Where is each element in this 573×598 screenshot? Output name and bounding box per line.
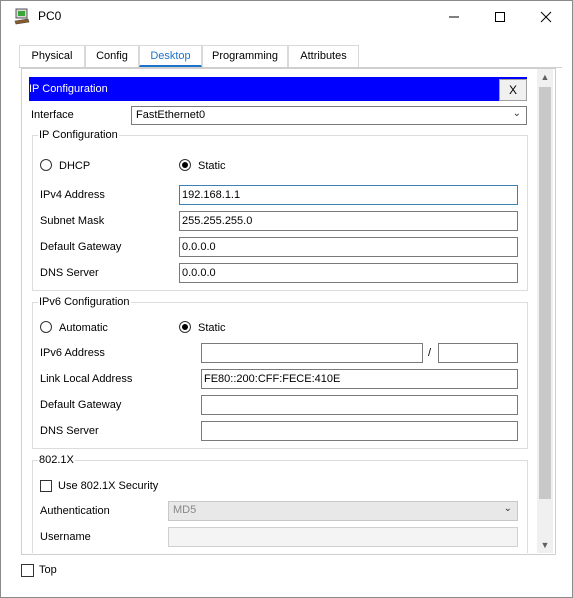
ipv6-static-radio[interactable] [179, 321, 191, 333]
pc0-window: PC0 Physical Config Desktop Programming … [0, 0, 573, 598]
ip-configuration-header: IP Configuration X [29, 77, 527, 101]
title-bar: PC0 [1, 1, 572, 32]
scroll-down-icon[interactable]: ▼ [537, 537, 553, 553]
subnet-mask-field[interactable]: 255.255.255.0 [179, 211, 518, 231]
chevron-down-icon: ⌄ [512, 108, 521, 119]
close-button[interactable] [523, 1, 569, 32]
ipv6-dns-label: DNS Server [40, 425, 99, 437]
subnet-mask-label: Subnet Mask [40, 215, 105, 227]
scroll-thumb[interactable] [539, 87, 551, 499]
dot1x-group-title: 802.1X [38, 454, 75, 466]
default-gateway-field[interactable]: 0.0.0.0 [179, 237, 518, 257]
ipv6-gateway-label: Default Gateway [40, 399, 122, 411]
pc-app-icon [14, 8, 30, 25]
username-field[interactable] [168, 527, 518, 547]
interface-label: Interface [31, 109, 74, 121]
dhcp-radio[interactable] [40, 159, 52, 171]
close-icon [540, 11, 552, 22]
scroll-up-icon[interactable]: ▲ [537, 69, 553, 85]
tab-programming[interactable]: Programming [202, 45, 288, 67]
ipv6-address-field[interactable] [201, 343, 423, 363]
use-8021x-checkbox[interactable] [40, 480, 52, 492]
top-checkbox[interactable] [21, 564, 34, 577]
ipv6-prefix-field[interactable] [438, 343, 518, 363]
chevron-down-icon: ⌄ [503, 503, 512, 514]
static-label: Static [198, 160, 226, 172]
prefix-slash: / [428, 347, 432, 359]
interface-value: FastEthernet0 [136, 109, 206, 121]
dns-server-label: DNS Server [40, 267, 99, 279]
ipv6-address-label: IPv6 Address [40, 347, 105, 359]
use-8021x-label: Use 802.1X Security [58, 480, 159, 492]
vertical-scrollbar[interactable]: ▲ ▼ [537, 69, 553, 553]
ipv4-address-field[interactable]: 192.168.1.1 [179, 185, 518, 205]
maximize-icon [495, 11, 505, 22]
interface-select[interactable]: FastEthernet0 ⌄ [131, 106, 527, 125]
ipv6-gateway-field[interactable] [201, 395, 518, 415]
top-label: Top [39, 564, 57, 576]
ipv6-dns-field[interactable] [201, 421, 518, 441]
authentication-label: Authentication [40, 505, 110, 517]
tab-attributes[interactable]: Attributes [288, 45, 359, 67]
tab-desktop[interactable]: Desktop [139, 45, 202, 67]
authentication-select[interactable]: MD5 ⌄ [168, 501, 518, 521]
ipv6-automatic-label: Automatic [59, 322, 108, 334]
maximize-button[interactable] [477, 1, 523, 32]
minimize-button[interactable] [431, 1, 477, 32]
ipv6-automatic-radio[interactable] [40, 321, 52, 333]
window-title: PC0 [38, 9, 62, 23]
tab-config[interactable]: Config [85, 45, 139, 67]
ipv4-address-label: IPv4 Address [40, 189, 105, 201]
username-label: Username [40, 531, 91, 543]
default-gateway-label: Default Gateway [40, 241, 122, 253]
minimize-icon [449, 16, 459, 17]
static-radio[interactable] [179, 159, 191, 171]
ipv4-group-title: IP Configuration [38, 129, 119, 141]
dns-server-field[interactable]: 0.0.0.0 [179, 263, 518, 283]
ipv6-group-title: IPv6 Configuration [38, 296, 131, 308]
authentication-value: MD5 [173, 504, 197, 516]
panel-close-button[interactable]: X [499, 79, 527, 101]
link-local-field[interactable]: FE80::200:CFF:FECE:410E [201, 369, 518, 389]
link-local-label: Link Local Address [40, 373, 133, 385]
panel-title: IP Configuration [29, 83, 108, 95]
ipv6-static-label: Static [198, 322, 226, 334]
tab-physical[interactable]: Physical [19, 45, 85, 67]
dhcp-label: DHCP [59, 160, 91, 172]
